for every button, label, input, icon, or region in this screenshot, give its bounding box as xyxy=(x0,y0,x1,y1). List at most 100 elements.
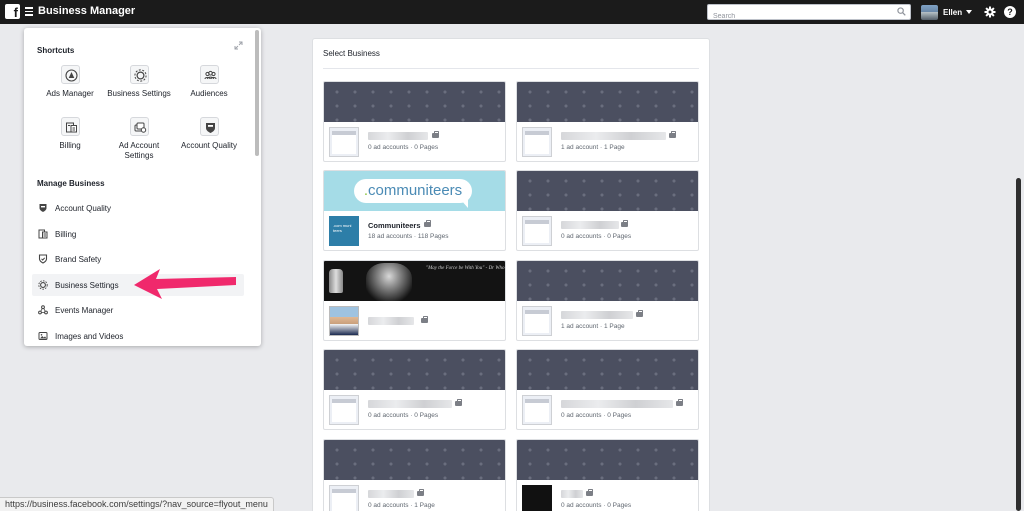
business-meta: 0 ad accounts · 0 Pages xyxy=(561,233,632,240)
briefcase-icon xyxy=(455,399,462,406)
business-meta: 0 ad accounts · 0 Pages xyxy=(368,144,439,151)
image-icon xyxy=(38,332,48,340)
shortcut-account-quality[interactable]: Account Quality xyxy=(174,117,244,151)
menu-item-billing[interactable]: Billing xyxy=(32,223,244,245)
chevron-down-icon[interactable] xyxy=(966,10,973,14)
business-thumbnail xyxy=(329,127,359,157)
page-scrollbar[interactable] xyxy=(1016,178,1021,511)
business-name-blurred xyxy=(561,311,633,319)
briefcase-icon xyxy=(676,399,683,406)
business-name-blurred xyxy=(368,400,452,408)
people-icon xyxy=(199,65,219,84)
business-cover xyxy=(517,82,698,122)
briefcase-icon xyxy=(417,489,424,496)
search-box[interactable] xyxy=(707,4,911,24)
avatar[interactable] xyxy=(921,4,938,20)
business-name-blurred xyxy=(368,317,414,325)
shortcut-business-settings[interactable]: Business Settings xyxy=(104,65,174,99)
business-thumbnail xyxy=(329,485,359,511)
shortcut-audiences[interactable]: Audiences xyxy=(174,65,244,99)
business-meta: 1 ad account · 1 Page xyxy=(561,323,625,330)
business-card[interactable]: 0 ad accounts · 0 Pages xyxy=(323,81,506,162)
business-thumbnail xyxy=(522,306,552,336)
business-name-blurred xyxy=(368,132,428,140)
shortcut-label: Billing xyxy=(59,141,81,150)
business-thumbnail xyxy=(522,127,552,157)
business-thumbnail xyxy=(522,395,552,425)
business-thumbnail xyxy=(522,485,552,511)
divider xyxy=(323,68,699,69)
top-bar: f Business Manager Ellen ? xyxy=(0,0,1024,24)
shortcut-ad-account-settings[interactable]: Ad Account Settings xyxy=(104,117,174,161)
business-card[interactable]: 1 ad account · 1 Page xyxy=(516,81,699,162)
events-icon xyxy=(38,305,48,315)
business-cover: .communiteers xyxy=(324,171,505,211)
flyout-scrollbar[interactable] xyxy=(255,30,259,156)
business-name-blurred xyxy=(368,490,414,498)
business-card[interactable]: 0 ad accounts · 0 Pages xyxy=(516,439,699,511)
app-title[interactable]: Business Manager xyxy=(38,5,135,17)
shield-icon xyxy=(39,204,47,212)
business-logo: .com muni teers xyxy=(329,216,359,246)
business-card[interactable]: 0 ad accounts · 1 Page xyxy=(323,439,506,511)
gear-icon xyxy=(129,65,149,84)
logo-text: .com muni teers xyxy=(333,223,352,233)
shortcut-label: Ads Manager xyxy=(46,89,94,98)
shortcut-billing[interactable]: Billing xyxy=(35,117,105,151)
menu-item-images-and-videos[interactable]: Images and Videos xyxy=(32,325,244,346)
business-meta: 0 ad accounts · 0 Pages xyxy=(561,502,632,509)
user-menu[interactable]: Ellen xyxy=(921,4,973,20)
business-name-blurred xyxy=(561,221,619,229)
highlight-arrow-icon xyxy=(134,269,236,299)
gear-icon xyxy=(38,280,48,290)
ad-account-settings-icon xyxy=(129,117,149,136)
brand-safety-icon xyxy=(38,254,48,264)
help-icon[interactable]: ? xyxy=(1004,6,1016,18)
business-cover-photo: "May the Force be With You" - Dr Who xyxy=(324,261,505,301)
briefcase-icon xyxy=(421,316,428,323)
expand-icon[interactable] xyxy=(234,41,243,50)
menu-icon[interactable] xyxy=(25,7,33,16)
business-thumbnail xyxy=(329,395,359,425)
business-cover xyxy=(324,440,505,480)
business-cover xyxy=(324,82,505,122)
cover-photo-face xyxy=(366,263,412,301)
menu-item-account-quality[interactable]: Account Quality xyxy=(32,197,244,219)
cover-photo-hand xyxy=(329,269,343,293)
search-input[interactable] xyxy=(708,9,888,24)
business-card[interactable]: 1 ad account · 1 Page xyxy=(516,260,699,341)
ads-manager-icon xyxy=(60,65,80,84)
business-cover xyxy=(517,261,698,301)
business-name-blurred xyxy=(561,132,666,140)
business-cover xyxy=(324,350,505,390)
cover-brand-text: .communiteers xyxy=(354,179,472,208)
shortcut-ads-manager[interactable]: Ads Manager xyxy=(35,65,105,99)
facebook-logo-icon[interactable]: f xyxy=(5,4,20,19)
shortcut-label: Audiences xyxy=(190,89,228,98)
business-card[interactable]: 0 ad accounts · 0 Pages xyxy=(516,170,699,251)
menu-item-events-manager[interactable]: Events Manager xyxy=(32,299,244,321)
business-card[interactable]: 0 ad accounts · 0 Pages xyxy=(323,349,506,430)
business-meta: 18 ad accounts · 118 Pages xyxy=(368,233,449,240)
briefcase-icon xyxy=(432,131,439,138)
shield-icon xyxy=(199,117,219,136)
briefcase-icon xyxy=(621,220,628,227)
business-meta: 0 ad accounts · 1 Page xyxy=(368,502,435,509)
menu-item-label: Events Manager xyxy=(55,305,114,315)
status-bar-url: https://business.facebook.com/settings/?… xyxy=(0,497,274,511)
business-profile-photo xyxy=(329,306,359,336)
user-name[interactable]: Ellen xyxy=(943,8,962,17)
business-card[interactable]: .communiteers .com muni teers Communitee… xyxy=(323,170,506,251)
menu-item-label: Business Settings xyxy=(55,280,119,290)
menu-item-label: Images and Videos xyxy=(55,331,124,341)
business-card[interactable]: "May the Force be With You" - Dr Who xyxy=(323,260,506,341)
shortcut-label: Business Settings xyxy=(107,89,171,98)
search-icon[interactable] xyxy=(897,7,906,16)
briefcase-icon xyxy=(669,131,676,138)
shortcut-label: Account Quality xyxy=(180,141,238,150)
business-card[interactable]: 0 ad accounts · 0 Pages xyxy=(516,349,699,430)
shortcuts-heading: Shortcuts xyxy=(37,46,75,55)
brand-dot: . xyxy=(363,182,368,199)
shortcut-label: Ad Account Settings xyxy=(118,141,160,160)
gear-icon[interactable] xyxy=(984,6,996,18)
